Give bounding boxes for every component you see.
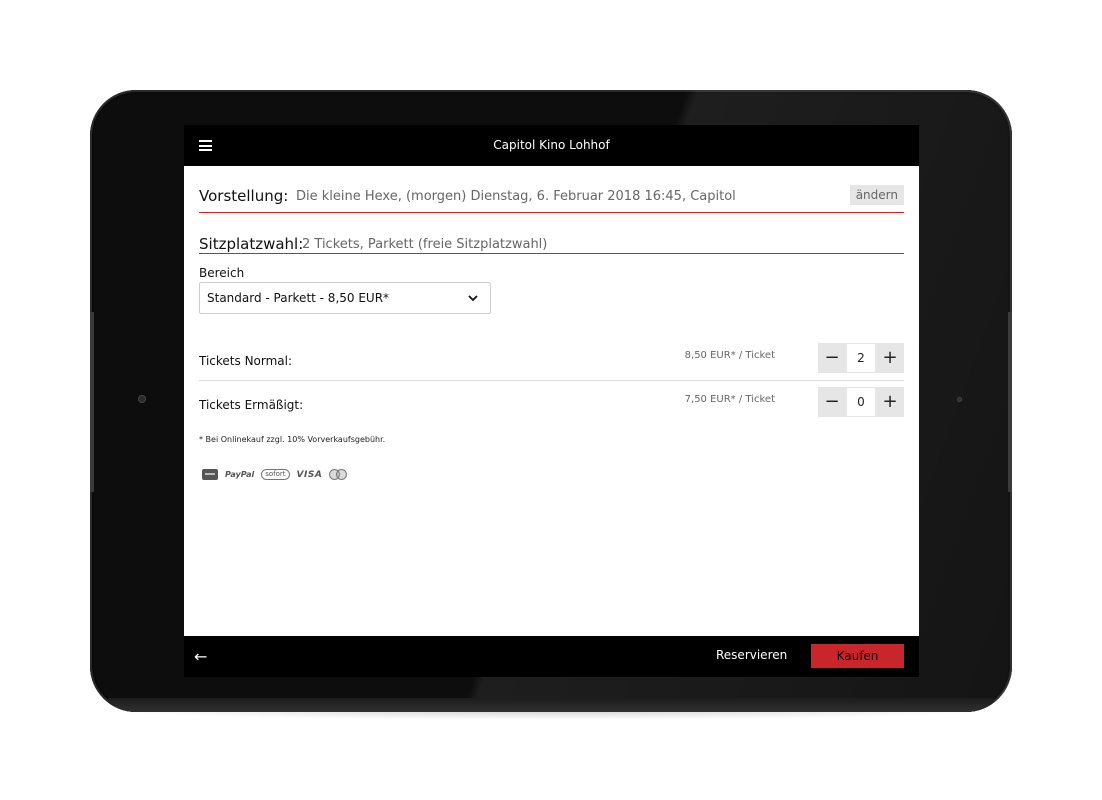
quantity-stepper-normal: − + [818,343,904,373]
booking-content: Vorstellung: Die kleine Hexe, (morgen) D… [199,166,904,480]
device-bottom-edge [108,698,994,712]
buy-button[interactable]: Kaufen [811,644,904,668]
sitzplatz-section: Sitzplatzwahl: 2 Tickets, Parkett (freie… [199,213,904,254]
bereich-selected-value: Standard - Parkett - 8,50 EUR* [207,291,390,305]
quantity-stepper-reduced: − + [818,387,904,417]
ticket-price-normal: 8,50 EUR* / Ticket [684,350,775,361]
back-arrow-icon[interactable]: ← [194,647,207,666]
ticket-label-reduced: Tickets Ermäßigt: [199,398,304,412]
stage: Capitol Kino Lohhof Vorstellung: Die kle… [0,0,1102,800]
fee-footnote: * Bei Onlinekauf zzgl. 10% Vorverkaufsge… [199,435,386,444]
sofort-logo: sofort [261,469,290,480]
card-payment-icon [202,469,218,480]
app-screen: Capitol Kino Lohhof Vorstellung: Die kle… [184,125,919,677]
vorstellung-label: Vorstellung: [199,187,289,205]
visa-logo: VISA [296,469,323,480]
sitzplatz-value: 2 Tickets, Parkett (freie Sitzplatzwahl) [302,237,548,252]
vorstellung-section: Vorstellung: Die kleine Hexe, (morgen) D… [199,166,904,213]
reserve-button[interactable]: Reservieren [716,648,787,662]
quantity-input-normal[interactable] [846,343,876,373]
ticket-label-normal: Tickets Normal: [199,354,293,368]
ticket-row-reduced: Tickets Ermäßigt: 7,50 EUR* / Ticket − + [199,384,904,424]
decrement-normal-button[interactable]: − [818,343,846,373]
top-app-bar: Capitol Kino Lohhof [184,125,919,166]
app-title: Capitol Kino Lohhof [493,138,610,152]
device-side-button-right [1008,312,1012,492]
chevron-down-icon [468,295,478,302]
mastercard-icon [329,469,348,480]
bottom-action-bar: ← Reservieren Kaufen [184,636,919,677]
payment-logos: PayPal sofort VISA [202,469,348,480]
camera-icon [138,395,146,403]
device-side-button-left [90,312,94,492]
ticket-price-reduced: 7,50 EUR* / Ticket [684,394,775,405]
paypal-logo: PayPal [225,470,255,479]
increment-normal-button[interactable]: + [876,343,904,373]
bereich-label: Bereich [199,266,245,280]
bereich-select[interactable]: Standard - Parkett - 8,50 EUR* [199,282,491,314]
vorstellung-value: Die kleine Hexe, (morgen) Dienstag, 6. F… [296,189,736,204]
decrement-reduced-button[interactable]: − [818,387,846,417]
ticket-row-normal: Tickets Normal: 8,50 EUR* / Ticket − + [199,340,904,381]
sitzplatz-label: Sitzplatzwahl: [199,235,304,253]
increment-reduced-button[interactable]: + [876,387,904,417]
sensor-icon [957,397,962,402]
quantity-input-reduced[interactable] [846,387,876,417]
change-show-button[interactable]: ändern [849,185,904,205]
